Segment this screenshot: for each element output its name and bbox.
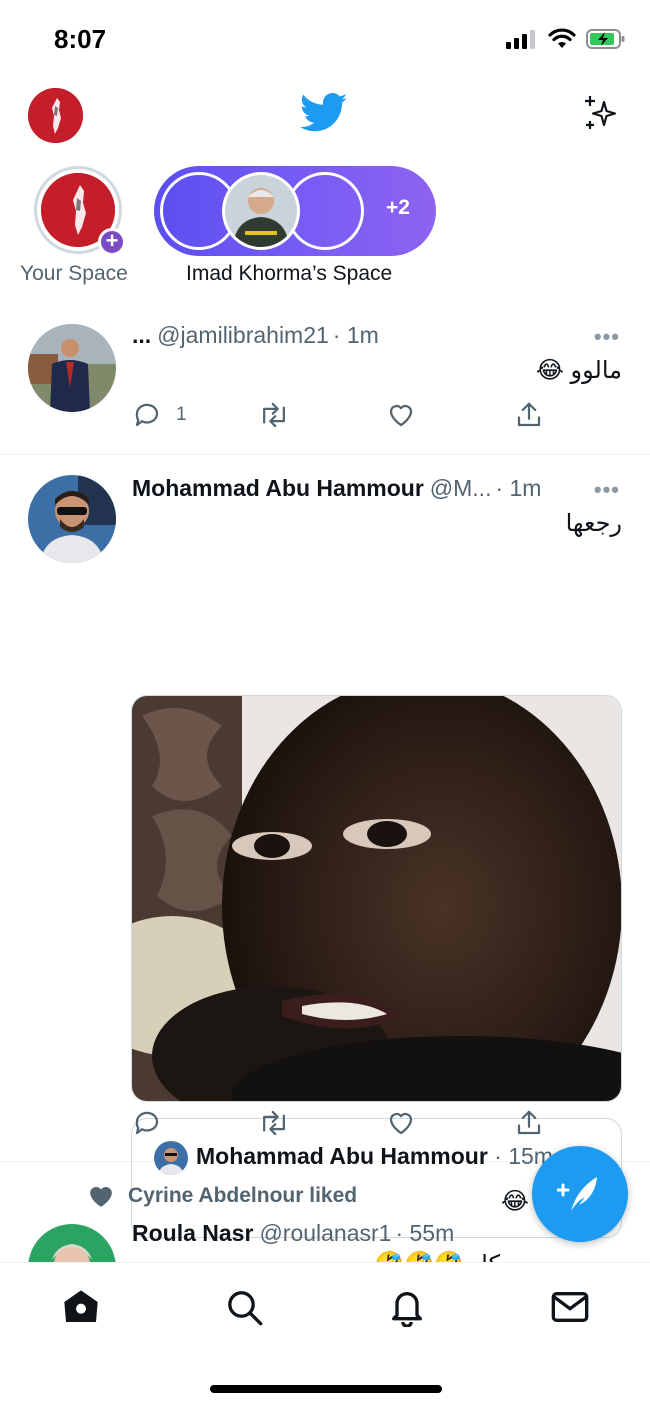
tweet[interactable]: ... @jamilibrahim21 · 1m ••• مالوو 😂 1 bbox=[0, 312, 650, 455]
home-icon bbox=[64, 1290, 98, 1322]
compose-tweet-button[interactable] bbox=[532, 1146, 628, 1242]
heart-icon bbox=[389, 404, 413, 427]
share-icon bbox=[517, 402, 541, 427]
cellular-signal-icon bbox=[506, 30, 535, 49]
retweet-icon bbox=[263, 402, 285, 428]
heart-icon bbox=[389, 1112, 413, 1135]
palestine-map-icon bbox=[28, 88, 83, 143]
tweet-more-icon[interactable]: ••• bbox=[594, 324, 620, 350]
tweet[interactable]: Mohammad Abu Hammour @M... · 1m ••• رجعه… bbox=[0, 455, 650, 1238]
tweet-author-name[interactable]: ... bbox=[132, 322, 151, 349]
tweet-text: مالوو 😂 bbox=[535, 357, 622, 384]
tweet-header: ... @jamilibrahim21 · 1m bbox=[132, 322, 622, 349]
tweet-header: Mohammad Abu Hammour @M... · 1m bbox=[132, 475, 570, 502]
tweet-timestamp: · 1m bbox=[332, 322, 379, 348]
sparkle-icon[interactable] bbox=[582, 94, 622, 139]
your-space-label: Your Space bbox=[20, 262, 128, 285]
tweet-author-handle[interactable]: @roulanasr1 bbox=[259, 1220, 391, 1247]
reply-icon bbox=[135, 403, 159, 427]
status-bar: 8:07 bbox=[0, 0, 650, 80]
profile-avatar[interactable] bbox=[28, 88, 83, 143]
tweet-author-avatar[interactable] bbox=[28, 475, 116, 563]
tweet-author-handle[interactable]: @jamilibrahim21 bbox=[157, 322, 329, 349]
live-space-pill[interactable]: +2 bbox=[154, 166, 436, 256]
tweet-media-image[interactable] bbox=[131, 695, 622, 1102]
liked-heart-icon bbox=[90, 1186, 112, 1207]
liked-by-text[interactable]: Cyrine Abdelnour liked bbox=[128, 1184, 357, 1208]
share-icon bbox=[517, 1110, 541, 1135]
reply-button[interactable]: 1 bbox=[132, 400, 187, 430]
space-extra-count: +2 bbox=[386, 196, 410, 219]
tweet-actions bbox=[132, 1108, 562, 1140]
mail-icon bbox=[551, 1292, 589, 1322]
social-context: Cyrine Abdelnour liked bbox=[88, 1184, 357, 1208]
status-time: 8:07 bbox=[54, 24, 107, 54]
tweet-author-handle[interactable]: @M... bbox=[430, 475, 492, 502]
status-icons bbox=[506, 28, 626, 50]
spaces-bar: + Your Space +2 Imad Khorma’s Space bbox=[0, 164, 650, 294]
retweet-button[interactable] bbox=[258, 1108, 290, 1138]
tweet-timestamp: · 55m bbox=[395, 1220, 455, 1246]
tab-messages[interactable] bbox=[548, 1285, 592, 1329]
twitter-bird-icon bbox=[299, 92, 348, 139]
tweet-text: رجعها bbox=[565, 510, 622, 537]
reply-count: 1 bbox=[176, 404, 187, 425]
compose-feather-icon bbox=[557, 1177, 597, 1211]
tab-home[interactable] bbox=[59, 1285, 103, 1329]
search-icon bbox=[228, 1291, 263, 1326]
reply-button[interactable] bbox=[132, 1108, 162, 1138]
bell-icon bbox=[392, 1292, 422, 1327]
timeline-feed: ... @jamilibrahim21 · 1m ••• مالوو 😂 1 M… bbox=[0, 312, 650, 1312]
like-button[interactable] bbox=[386, 400, 416, 430]
share-button[interactable] bbox=[514, 400, 544, 430]
top-navigation bbox=[0, 84, 650, 148]
tweet-actions: 1 bbox=[132, 400, 562, 432]
home-indicator bbox=[210, 1385, 442, 1393]
tab-search[interactable] bbox=[222, 1285, 266, 1329]
tab-notifications[interactable] bbox=[385, 1285, 429, 1329]
retweet-icon bbox=[263, 1110, 285, 1136]
retweet-button[interactable] bbox=[258, 400, 290, 430]
share-button[interactable] bbox=[514, 1108, 544, 1138]
wifi-icon bbox=[548, 28, 576, 48]
add-space-plus-icon[interactable]: + bbox=[98, 228, 126, 256]
battery-charging-icon bbox=[586, 29, 625, 49]
like-button[interactable] bbox=[386, 1108, 416, 1138]
reply-icon bbox=[135, 1111, 159, 1135]
tweet-timestamp: · 1m bbox=[495, 475, 542, 501]
tweet-author-avatar[interactable] bbox=[28, 324, 116, 412]
live-space-label: Imad Khorma’s Space bbox=[186, 262, 393, 285]
tweet-author-name[interactable]: Mohammad Abu Hammour bbox=[132, 475, 424, 502]
tweet-author-name[interactable]: Roula Nasr bbox=[132, 1220, 253, 1247]
tweet-photo bbox=[132, 696, 621, 1101]
bottom-tab-bar bbox=[0, 1262, 650, 1407]
space-host-avatar bbox=[222, 172, 300, 250]
tweet-more-icon[interactable]: ••• bbox=[594, 477, 620, 503]
